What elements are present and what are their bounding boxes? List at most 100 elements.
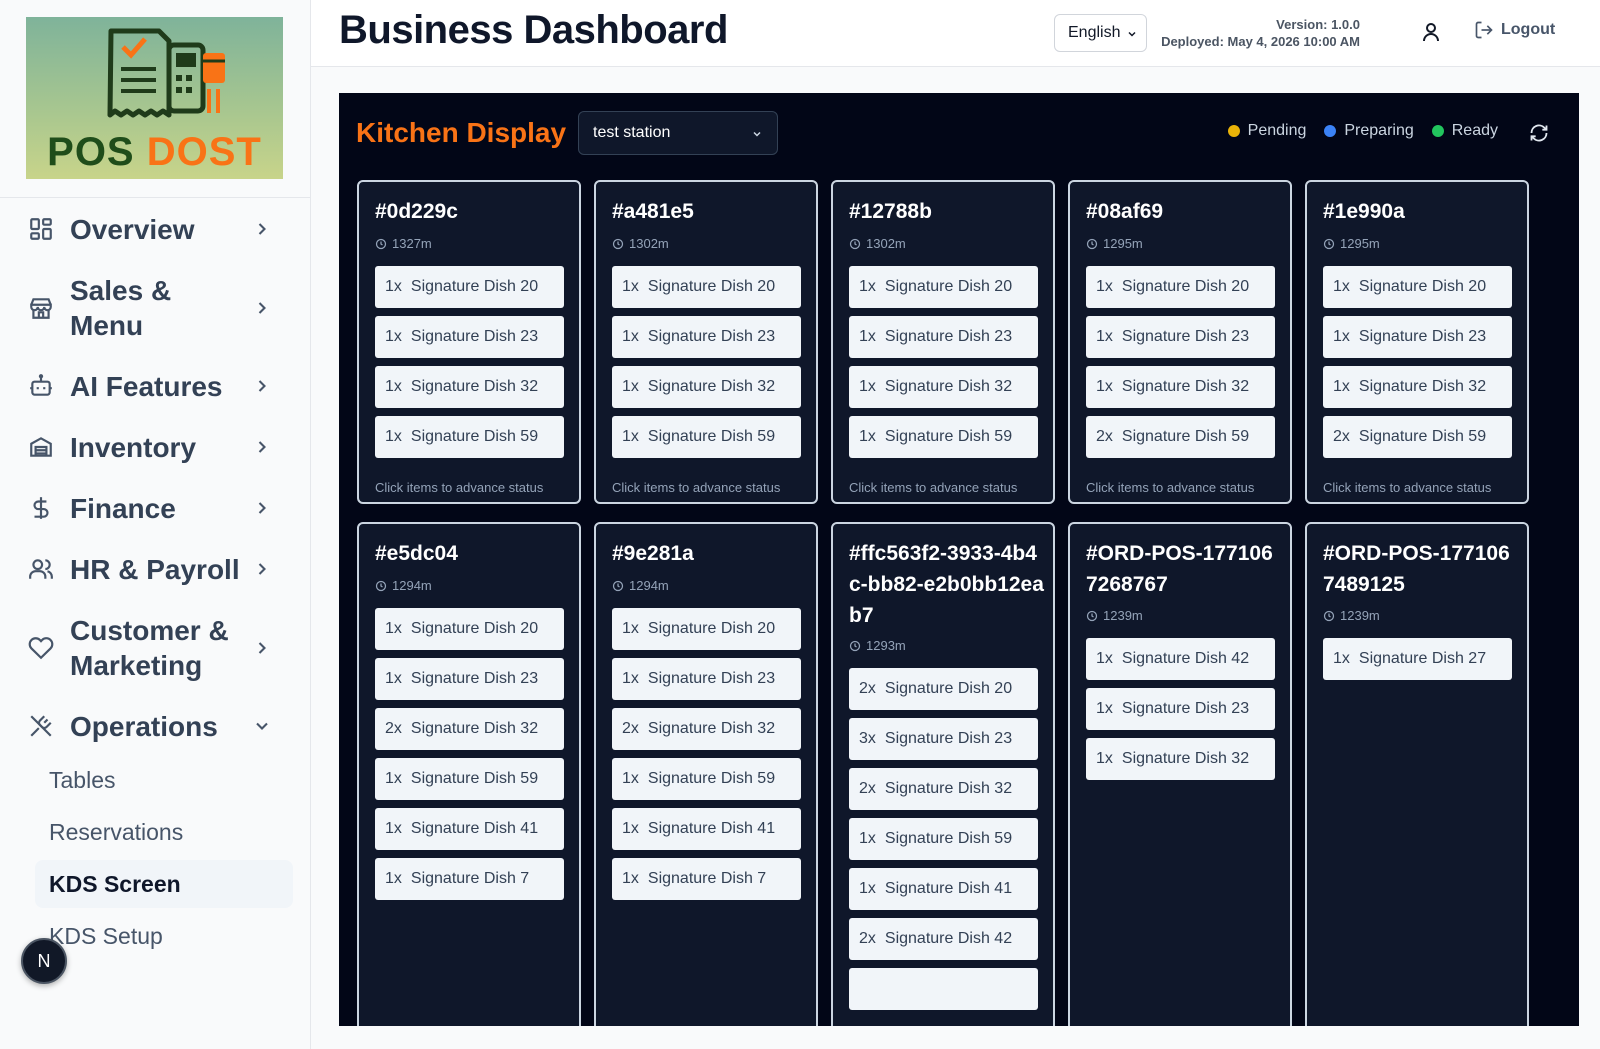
top-header: Business Dashboard English Version: 1.0.… <box>311 0 1600 67</box>
order-item[interactable]: 2x Signature Dish 32 <box>375 708 564 750</box>
order-item[interactable]: 1x Signature Dish 20 <box>612 266 801 308</box>
order-item[interactable]: 2x Signature Dish 32 <box>849 768 1038 810</box>
item-quantity: 1x <box>622 770 639 787</box>
sidebar-item-sales-menu[interactable]: Sales & Menu <box>26 272 286 344</box>
order-item[interactable]: 1x Signature Dish 23 <box>1323 316 1512 358</box>
order-item[interactable]: 1x Signature Dish 32 <box>849 366 1038 408</box>
sidebar-item-finance[interactable]: Finance <box>26 489 286 527</box>
refresh-icon[interactable] <box>1529 123 1549 143</box>
item-name: Signature Dish 32 <box>410 720 539 737</box>
item-quantity: 1x <box>1096 378 1113 395</box>
order-item[interactable]: 2x Signature Dish 42 <box>849 918 1038 960</box>
order-item[interactable]: 1x Signature Dish 23 <box>1086 316 1275 358</box>
order-item[interactable]: 1x Signature Dish 20 <box>1086 266 1275 308</box>
item-name: Signature Dish 32 <box>1121 378 1250 395</box>
order-item[interactable]: 1x Signature Dish 23 <box>375 316 564 358</box>
order-item[interactable]: 1x Signature Dish 59 <box>612 416 801 458</box>
dev-tools-badge[interactable]: N <box>21 938 67 984</box>
order-item[interactable]: 1x Signature Dish 23 <box>612 316 801 358</box>
order-item[interactable]: 1x Signature Dish 23 <box>375 658 564 700</box>
sidebar-subitem-tables[interactable]: Tables <box>35 756 293 804</box>
item-quantity: 1x <box>622 820 639 837</box>
order-item[interactable]: 1x Signature Dish 27 <box>1323 638 1512 680</box>
order-item[interactable] <box>849 968 1038 1010</box>
order-item[interactable]: 1x Signature Dish 59 <box>375 416 564 458</box>
item-quantity: 2x <box>1096 428 1113 445</box>
logo-wordmark: POS DOST <box>26 130 283 175</box>
order-elapsed-time: 1295m <box>1086 236 1143 251</box>
sidebar-item-inventory[interactable]: Inventory <box>26 428 286 466</box>
order-item[interactable]: 1x Signature Dish 42 <box>1086 638 1275 680</box>
order-item[interactable]: 1x Signature Dish 59 <box>612 758 801 800</box>
item-quantity: 1x <box>1333 328 1350 345</box>
order-card: #a481e5 1302m 1x Signature Dish 20 1x Signatu… <box>594 180 818 504</box>
order-elapsed-time: 1293m <box>849 638 906 653</box>
clock-icon <box>849 238 861 249</box>
order-id: #12788b <box>849 200 932 223</box>
order-item[interactable]: 1x Signature Dish 59 <box>849 818 1038 860</box>
item-name: Signature Dish 23 <box>884 328 1013 345</box>
pos-dost-logo[interactable]: POS DOST <box>26 17 283 179</box>
order-item[interactable]: 1x Signature Dish 20 <box>849 266 1038 308</box>
station-select[interactable]: test station <box>578 111 778 155</box>
logout-button[interactable]: Logout <box>1474 20 1555 40</box>
sidebar-item-ai-features[interactable]: AI Features <box>26 367 286 405</box>
order-item[interactable]: 1x Signature Dish 32 <box>612 366 801 408</box>
order-item[interactable]: 1x Signature Dish 20 <box>375 266 564 308</box>
order-item[interactable]: 1x Signature Dish 32 <box>1086 366 1275 408</box>
chevron-right-icon <box>258 302 266 314</box>
item-quantity: 1x <box>385 670 402 687</box>
item-name: Signature Dish 42 <box>1121 650 1250 667</box>
chevron-right-icon <box>258 380 266 392</box>
order-item[interactable]: 2x Signature Dish 59 <box>1323 416 1512 458</box>
order-card: #9e281a 1294m 1x Signature Dish 20 1x Signatu… <box>594 522 818 1026</box>
order-item[interactable]: 1x Signature Dish 32 <box>1086 738 1275 780</box>
item-name: Signature Dish 23 <box>647 670 776 687</box>
item-name: Signature Dish 59 <box>1121 428 1250 445</box>
order-item[interactable]: 2x Signature Dish 32 <box>612 708 801 750</box>
order-item[interactable]: 1x Signature Dish 23 <box>612 658 801 700</box>
advance-status-hint: Click items to advance status <box>375 480 544 495</box>
order-item[interactable]: 1x Signature Dish 20 <box>612 608 801 650</box>
sidebar-item-hr-payroll[interactable]: HR & Payroll <box>26 550 286 588</box>
order-card: #ORD-POS-1771067489125 1239m 1x Signature D… <box>1305 522 1529 1026</box>
language-select[interactable]: English <box>1054 14 1147 52</box>
elapsed-time-text: 1294m <box>629 578 669 593</box>
sidebar-subitem-kds-setup[interactable]: KDS Setup <box>35 912 293 960</box>
item-quantity: 2x <box>859 780 876 797</box>
order-item[interactable]: 2x Signature Dish 20 <box>849 668 1038 710</box>
sidebar-subitem-kds-screen[interactable]: KDS Screen <box>35 860 293 908</box>
item-quantity: 2x <box>859 930 876 947</box>
item-name: Signature Dish 27 <box>1358 650 1487 667</box>
order-item[interactable]: 1x Signature Dish 20 <box>375 608 564 650</box>
sidebar-item-customer-marketing[interactable]: Customer & Marketing <box>26 612 286 684</box>
order-item[interactable]: 1x Signature Dish 20 <box>1323 266 1512 308</box>
order-item[interactable]: 1x Signature Dish 59 <box>849 416 1038 458</box>
user-icon[interactable] <box>1419 20 1443 44</box>
order-item[interactable]: 2x Signature Dish 59 <box>1086 416 1275 458</box>
order-elapsed-time: 1239m <box>1086 608 1143 623</box>
order-item[interactable]: 1x Signature Dish 7 <box>612 858 801 900</box>
order-item[interactable]: 1x Signature Dish 41 <box>849 868 1038 910</box>
order-item[interactable]: 1x Signature Dish 7 <box>375 858 564 900</box>
clock-icon <box>1323 238 1335 249</box>
users-icon <box>26 554 56 584</box>
order-item[interactable]: 1x Signature Dish 32 <box>375 366 564 408</box>
item-name: Signature Dish 20 <box>410 278 539 295</box>
order-item[interactable]: 1x Signature Dish 41 <box>612 808 801 850</box>
chevron-right-icon <box>258 502 266 514</box>
item-name: Signature Dish 20 <box>1358 278 1487 295</box>
sidebar-item-operations[interactable]: Operations <box>26 707 286 745</box>
order-item[interactable]: 1x Signature Dish 32 <box>1323 366 1512 408</box>
sidebar-subitem-reservations[interactable]: Reservations <box>35 808 293 856</box>
order-item[interactable]: 1x Signature Dish 23 <box>849 316 1038 358</box>
clock-icon <box>1086 238 1098 249</box>
utensils-crossed-icon <box>26 711 56 741</box>
sidebar-item-overview[interactable]: Overview <box>26 210 286 248</box>
order-item[interactable]: 3x Signature Dish 23 <box>849 718 1038 760</box>
chevron-down-icon <box>753 131 761 137</box>
order-item[interactable]: 1x Signature Dish 41 <box>375 808 564 850</box>
order-item[interactable]: 1x Signature Dish 59 <box>375 758 564 800</box>
item-quantity: 1x <box>385 378 402 395</box>
order-item[interactable]: 1x Signature Dish 23 <box>1086 688 1275 730</box>
